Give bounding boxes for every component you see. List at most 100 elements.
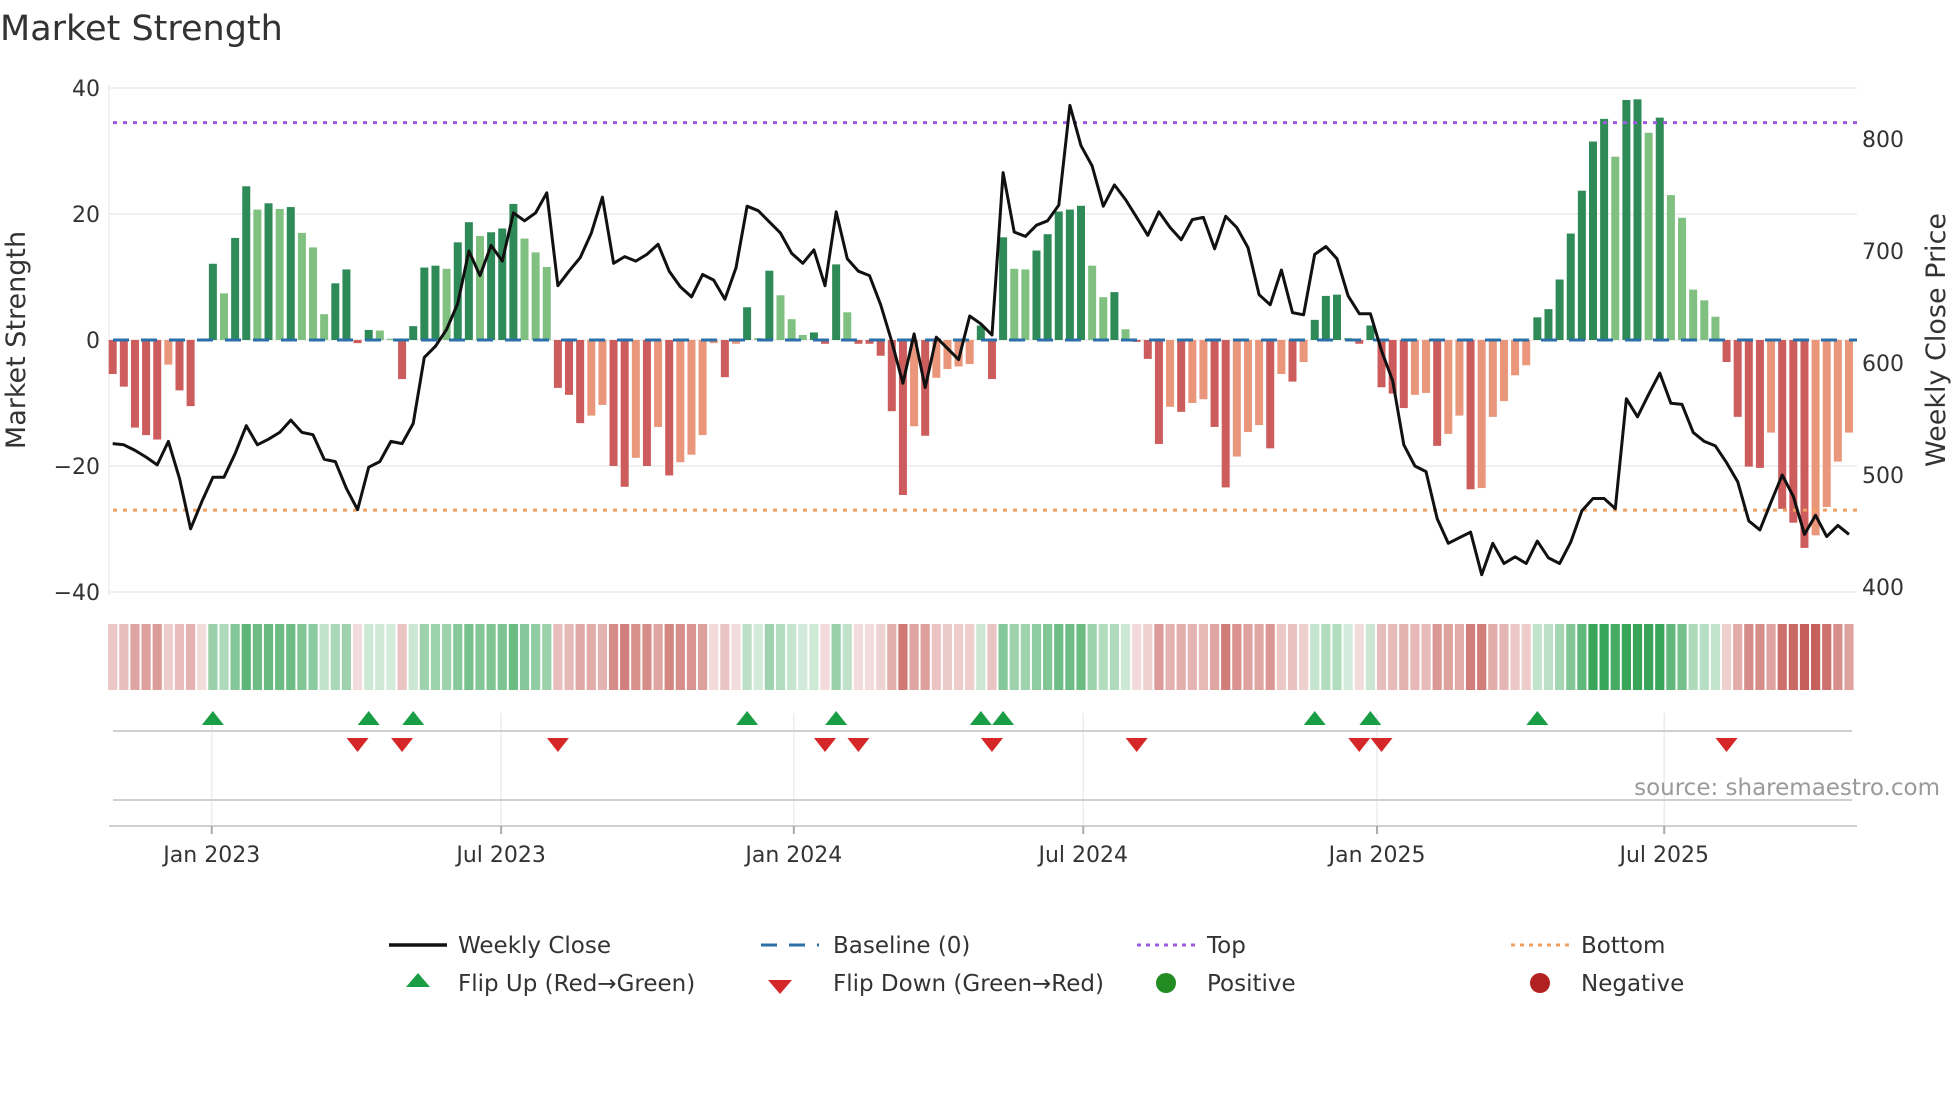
strength-bar (1499, 340, 1508, 402)
strength-bar (553, 340, 562, 388)
strength-bar (1555, 279, 1564, 340)
strength-heat-cell (1065, 624, 1075, 690)
strength-heat-cell (319, 624, 329, 690)
strength-bar (631, 340, 640, 458)
strength-bar (1166, 340, 1175, 407)
strength-heat-cell (141, 624, 151, 690)
strength-bar (1399, 340, 1408, 409)
strength-heat-cell (1721, 624, 1732, 690)
strength-bar (898, 340, 907, 495)
x-tick-label: Jul 2024 (1036, 843, 1128, 868)
strength-heat-cell (386, 624, 396, 690)
strength-heat-cell (1799, 624, 1810, 690)
strength-bar (1154, 340, 1163, 444)
strength-bar (1422, 340, 1431, 393)
legend-weekly-close: Weekly Close (458, 933, 611, 959)
strength-bar (832, 264, 841, 340)
strength-bar (231, 237, 240, 340)
strength-bar (999, 237, 1008, 340)
strength-heat-cell (1766, 624, 1776, 690)
strength-heat-cell (553, 624, 563, 690)
flip-up-marker (825, 711, 848, 725)
strength-heat-cell (497, 624, 507, 690)
strength-bar (220, 293, 228, 340)
strength-bar (843, 312, 852, 340)
strength-heat-cell (898, 624, 908, 690)
strength-heat-cell (1710, 624, 1721, 690)
strength-heat-cell (642, 624, 652, 690)
strength-bar (765, 270, 774, 340)
strength-bar (1800, 340, 1809, 548)
strength-heat-cell (1176, 624, 1186, 690)
strength-heat-cell (1187, 624, 1197, 690)
strength-bar (987, 340, 996, 380)
strength-bar (1110, 292, 1119, 340)
strength-bar (1755, 340, 1764, 468)
strength-heat-cell (397, 624, 407, 690)
legend-positive: Positive (1207, 971, 1296, 997)
strength-heat-cell (842, 624, 852, 690)
strength-heat-cell (1043, 624, 1053, 690)
strength-bar (1232, 340, 1241, 457)
strength-heat-cell (1209, 624, 1220, 690)
y-tick-label: 0 (86, 329, 100, 354)
strength-heat-cell (586, 624, 596, 690)
strength-heat-cell (686, 624, 697, 690)
strength-bar (420, 267, 429, 340)
strength-bar (1177, 340, 1186, 412)
strength-heat-cell (1454, 624, 1465, 690)
strength-bar (1299, 340, 1308, 363)
strength-heat-cell (597, 624, 608, 690)
strength-bar (698, 340, 707, 436)
strength-bar (1210, 340, 1219, 427)
strength-heat-cell (375, 624, 385, 690)
strength-heat-cell (1332, 624, 1342, 690)
strength-heat-cell (720, 624, 730, 690)
strength-heat-cell (1388, 624, 1398, 690)
flip-up-marker (1526, 711, 1549, 725)
strength-heat-cell (798, 624, 808, 690)
strength-bar (787, 319, 796, 340)
strength-heat-cell (675, 624, 685, 690)
strength-bar (576, 340, 585, 424)
strength-heat-cell (1443, 624, 1453, 690)
flip-up-marker (201, 711, 224, 725)
legend-bottom: Bottom (1581, 933, 1665, 959)
strength-bar (1833, 340, 1842, 462)
strength-bar (1032, 250, 1041, 340)
strength-heat-cell (1299, 624, 1309, 690)
market-strength-chart: Market Strength 40 20 0 −20 −40 800 700 600 500 4… (0, 9, 1952, 997)
strength-bar (1488, 340, 1497, 417)
strength-bar (1010, 268, 1019, 340)
y-tick-label: 40 (72, 77, 100, 102)
strength-bar (297, 232, 306, 340)
flip-down-marker (814, 738, 837, 752)
strength-heat-cell (1276, 624, 1286, 690)
strength-bar (320, 314, 329, 340)
strength-bar (275, 208, 284, 340)
strength-heat-cell (664, 624, 674, 690)
strength-heat-cell (764, 624, 774, 690)
flip-up-marker (1359, 711, 1382, 725)
strength-heat-cell (1777, 624, 1787, 690)
strength-bar (1844, 340, 1853, 433)
strength-bar (130, 340, 139, 428)
x-tick-label: Jan 2025 (1327, 843, 1426, 868)
strength-bar (342, 269, 351, 340)
y-tick-label: −20 (54, 455, 100, 480)
strength-bar (1043, 234, 1052, 340)
strength-bar (253, 209, 262, 340)
strength-heat-cell (931, 624, 941, 690)
strength-bar (108, 340, 117, 375)
strength-heat-cell (1087, 624, 1097, 690)
strength-heat-cell (219, 624, 229, 690)
strength-heat-cell (119, 624, 129, 690)
strength-bar (1622, 99, 1631, 340)
strength-bar (1455, 340, 1464, 416)
strength-bar (1477, 340, 1486, 489)
strength-bar (1433, 340, 1442, 446)
y2-tick-label: 600 (1862, 352, 1904, 377)
strength-bar (353, 340, 362, 344)
strength-bar (1533, 317, 1542, 340)
strength-heat-cell (341, 624, 352, 690)
